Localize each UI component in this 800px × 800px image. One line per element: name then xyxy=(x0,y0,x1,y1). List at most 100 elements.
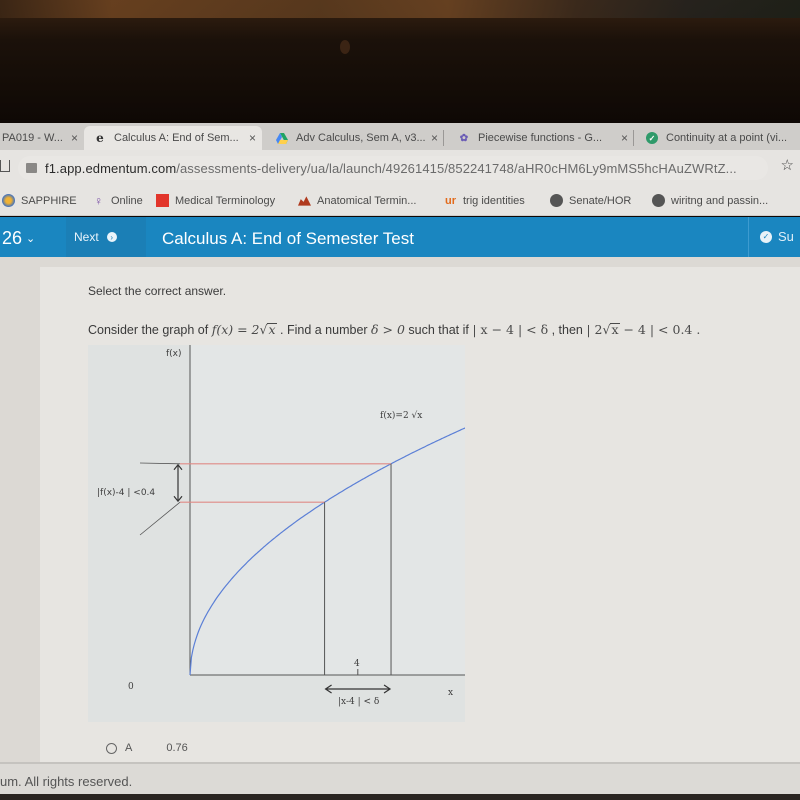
function-graph: f(x) f(x)=2 √x |f(x)-4 | <0.4 4 0 x |x-4… xyxy=(88,345,465,722)
bookmark-label: trig identities xyxy=(463,194,525,207)
test-title: Calculus A: End of Semester Test xyxy=(162,229,414,248)
tab-adv-calculus[interactable]: Adv Calculus, Sem A, v3... × xyxy=(266,126,444,150)
browser-tab-strip: PA019 - W... × e Calculus A: End of Sem.… xyxy=(0,123,800,150)
green-check-icon: ✓ xyxy=(646,132,658,144)
instruction-text: Select the correct answer. xyxy=(88,284,227,298)
epsilon-label: |f(x)-4 | <0.4 xyxy=(97,488,156,498)
submit-label: Su xyxy=(778,229,794,244)
photo-frame: PA019 - W... × e Calculus A: End of Sem.… xyxy=(0,0,800,800)
close-icon[interactable]: × xyxy=(71,131,78,145)
x-condition: | x − 4 | < δ xyxy=(472,322,549,337)
bookmark-label: wiritng and passin... xyxy=(671,194,769,207)
tab-continuity[interactable]: ✓ Continuity at a point (vi... xyxy=(638,126,800,150)
bookmark-sapphire[interactable]: SAPPHIRE xyxy=(2,194,77,207)
tab-calculus-test[interactable]: e Calculus A: End of Sem... × xyxy=(84,126,262,150)
bookmark-writing[interactable]: wiritng and passin... xyxy=(652,194,768,207)
question-such-that: such that if xyxy=(404,323,473,337)
copyright-text: um. All rights reserved. xyxy=(0,774,133,789)
y-axis-label: f(x) xyxy=(166,349,182,359)
radio-button[interactable] xyxy=(106,742,117,754)
choice-letter: A xyxy=(125,742,133,754)
bookmark-medical-terminology[interactable]: Medical Terminology xyxy=(156,194,275,207)
address-bar[interactable]: f1.app.edmentum.com/assessments-delivery… xyxy=(18,156,768,180)
bookmark-trig-identities[interactable]: ur trig identities xyxy=(444,194,525,207)
close-icon[interactable]: × xyxy=(431,131,438,145)
function-lhs: f(x) = 2 xyxy=(211,322,260,337)
page-info-icon[interactable] xyxy=(26,163,37,173)
ur-icon: ur xyxy=(445,194,456,207)
globe-icon xyxy=(652,194,665,207)
bookmark-senate[interactable]: Senate/HOR xyxy=(550,194,631,207)
bookmark-label: Anatomical Termin... xyxy=(317,194,417,207)
next-button[interactable]: Next › xyxy=(66,217,146,257)
delta-label: |x-4 | < δ xyxy=(338,697,380,707)
question-then: , then xyxy=(548,323,587,337)
lightbulb-icon: ♀ xyxy=(94,193,103,208)
bookmark-label: SAPPHIRE xyxy=(21,194,77,207)
epsilon-pointer-lower xyxy=(139,501,181,536)
url-path: /assessments-delivery/ua/la/launch/49261… xyxy=(176,160,737,176)
graph-canvas xyxy=(139,345,465,694)
globe-icon xyxy=(550,194,563,207)
tab-separator xyxy=(443,130,444,146)
google-drive-icon xyxy=(276,132,288,144)
next-label: Next xyxy=(74,230,99,244)
delta-condition: δ > 0 xyxy=(371,322,405,337)
close-icon[interactable]: × xyxy=(621,131,628,145)
tab-pa019[interactable]: PA019 - W... × xyxy=(0,126,84,150)
tab-piecewise-functions[interactable]: ✿ Piecewise functions - G... × xyxy=(448,126,634,150)
url-text[interactable]: f1.app.edmentum.com/assessments-delivery… xyxy=(45,161,737,176)
answer-choice-a[interactable]: A 0.76 xyxy=(106,742,188,754)
epsilon-pointer-upper xyxy=(139,462,181,465)
check-circle-icon: ✓ xyxy=(760,230,772,243)
tab-label: Calculus A: End of Sem... xyxy=(114,132,239,144)
bookmark-anatomical[interactable]: Anatomical Termin... xyxy=(298,194,416,207)
f-condition-prefix: | 2 xyxy=(586,322,603,337)
function-definition: f(x) = 2√x xyxy=(212,322,277,337)
bookmark-label: Online xyxy=(111,194,143,207)
url-host: f1.app.edmentum.com xyxy=(45,160,177,176)
background-wall xyxy=(0,0,800,18)
header-divider xyxy=(748,217,749,257)
tab-label: PA019 - W... xyxy=(2,132,63,144)
origin-label: 0 xyxy=(128,682,134,692)
bookmark-label: Senate/HOR xyxy=(569,194,632,207)
close-icon[interactable]: × xyxy=(249,131,256,145)
choice-value: 0.76 xyxy=(166,742,188,754)
home-icon[interactable] xyxy=(0,160,10,172)
question-middle: . Find a number xyxy=(276,323,372,337)
f-condition: | 2√x − 4 | < 0.4 . xyxy=(586,322,701,337)
plot-area xyxy=(190,345,465,675)
bookmarks-bar: SAPPHIRE ♀ Online Medical Terminology An… xyxy=(0,186,800,216)
puzzle-icon: ✿ xyxy=(459,132,469,144)
medical-terminology-icon xyxy=(156,194,169,207)
submit-button[interactable]: ✓ Su xyxy=(760,229,794,244)
curve-label: f(x)=2 √x xyxy=(380,411,423,421)
webcam xyxy=(340,40,350,54)
bookmark-star-icon[interactable]: ☆ xyxy=(781,156,794,174)
browser-toolbar: f1.app.edmentum.com/assessments-delivery… xyxy=(0,150,800,186)
screen-bezel xyxy=(0,794,800,800)
x-tick-label: 4 xyxy=(354,659,360,669)
question-number-dropdown[interactable]: 26 ⌄ xyxy=(2,228,35,249)
chevron-down-icon: ⌄ xyxy=(26,233,36,245)
question-number: 26 xyxy=(2,228,23,248)
tab-label: Piecewise functions - G... xyxy=(478,132,603,144)
bookmark-online[interactable]: ♀ Online xyxy=(92,193,143,208)
bookmark-label: Medical Terminology xyxy=(175,194,276,207)
tab-label: Adv Calculus, Sem A, v3... xyxy=(296,132,426,144)
question-text: Consider the graph of f(x) = 2√x . Find … xyxy=(88,322,700,337)
arrow-right-icon: › xyxy=(106,232,117,242)
question-prefix: Consider the graph of xyxy=(88,323,212,337)
tab-separator xyxy=(633,130,634,146)
f-condition-radicand: x xyxy=(610,322,620,337)
anatomical-icon xyxy=(298,194,311,207)
function-radicand: x xyxy=(267,322,277,337)
sqrt-symbol: √ xyxy=(259,322,268,337)
edmentum-e-icon: e xyxy=(96,131,104,145)
tab-label: Continuity at a point (vi... xyxy=(666,132,788,144)
sapphire-icon xyxy=(2,194,15,207)
x-axis-label: x xyxy=(448,688,454,698)
f-condition-suffix: − 4 | < 0.4 . xyxy=(619,322,701,337)
assessment-header: 26 ⌄ Next › Calculus A: End of Semester … xyxy=(0,217,800,257)
